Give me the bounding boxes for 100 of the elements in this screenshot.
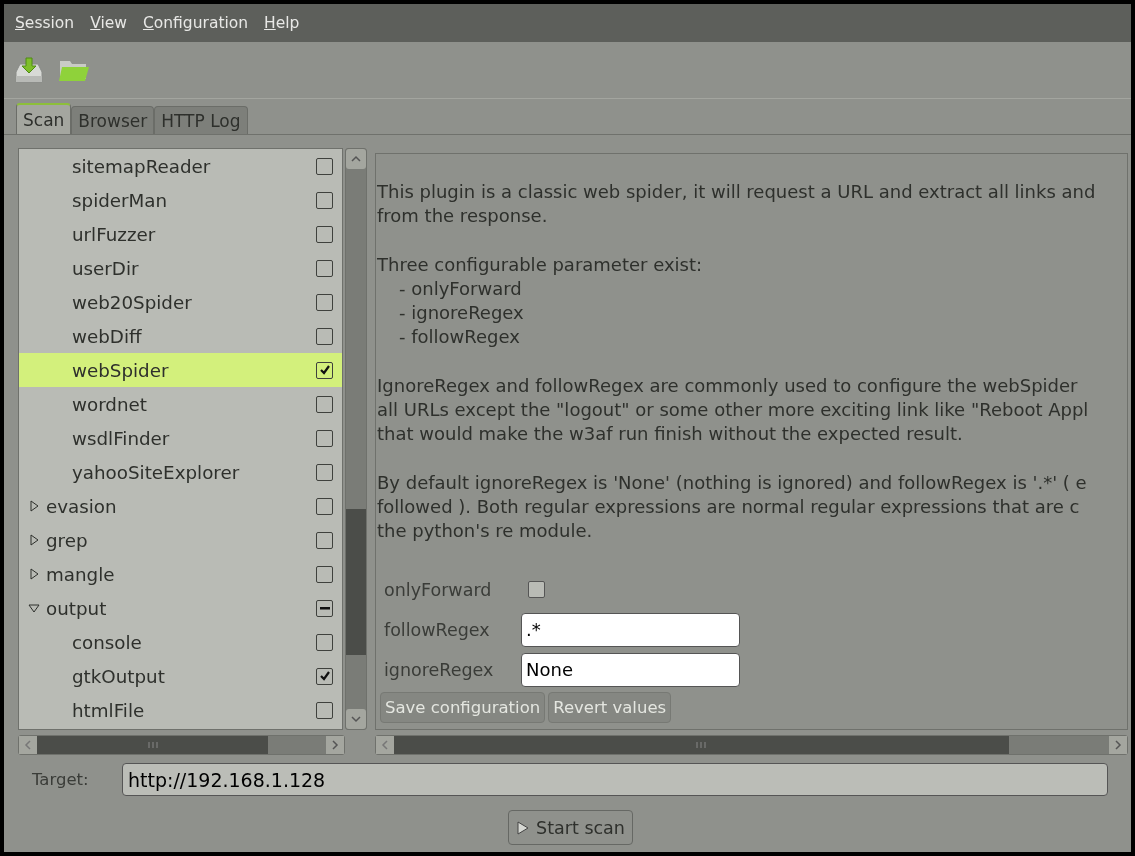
plugin-name: web20Spider: [71, 291, 193, 313]
plugin-name: sitemapReader: [71, 155, 212, 177]
checkbox[interactable]: [316, 565, 333, 583]
plugin-name: wordnet: [71, 393, 148, 415]
caret-up-icon: [351, 155, 361, 163]
grip-icon: [695, 741, 708, 749]
tree-row[interactable]: web20Spider: [19, 285, 342, 319]
description-line: Three configurable parameter exist:: [377, 252, 704, 277]
target-label: Target:: [32, 770, 90, 789]
checkbox[interactable]: [316, 157, 333, 175]
menu-item[interactable]: Help: [264, 14, 300, 32]
checkbox[interactable]: [316, 667, 333, 685]
option-label: ignoreRegex: [384, 659, 495, 680]
scroll-right-button[interactable]: [1109, 736, 1127, 754]
tree-row[interactable]: wordnet: [19, 387, 342, 421]
caret-left-icon: [24, 740, 32, 751]
description-line: - onlyForward: [398, 276, 523, 301]
tree-row[interactable]: htmlFile: [19, 693, 342, 727]
plugin-name: webSpider: [71, 359, 170, 381]
start-scan-button[interactable]: Start scan: [508, 810, 633, 845]
option-label: onlyForward: [384, 579, 493, 600]
plugin-name: urlFuzzer: [71, 223, 157, 245]
checkbox[interactable]: [316, 327, 333, 345]
tree-row[interactable]: gtkOutput: [19, 659, 342, 693]
plugin-name: console: [71, 631, 143, 653]
caret-right-icon: [1114, 740, 1122, 750]
checkbox[interactable]: [316, 225, 333, 243]
tree-row[interactable]: console: [19, 625, 342, 659]
menu-item[interactable]: Configuration: [142, 14, 249, 32]
tree-row[interactable]: yahooSiteExplorer: [19, 455, 342, 489]
checkbox[interactable]: [316, 497, 333, 515]
collapsed-arrow-icon[interactable]: [28, 534, 40, 546]
checkbox[interactable]: [316, 259, 333, 277]
menu-item[interactable]: View: [90, 14, 127, 32]
description-line: followed ). Both regular expressions are normal regular expressions that are c: [377, 494, 1081, 519]
expanded-arrow-icon[interactable]: [28, 602, 40, 614]
tree-row[interactable]: webSpider: [19, 353, 342, 387]
description-line: This plugin is a classic web spider, it will request a URL and extract all links and: [377, 180, 1097, 204]
checkbox[interactable]: [316, 531, 333, 549]
tree-row[interactable]: sitemapReader: [19, 149, 342, 183]
description-line: that would make the w3af run finish without the expected result.: [377, 422, 964, 447]
scroll-thumb[interactable]: [37, 736, 269, 754]
horizontal-scrollbar[interactable]: [375, 735, 1128, 755]
description-line: from the response.: [377, 204, 549, 229]
plugin-name: yahooSiteExplorer: [71, 461, 241, 483]
caret-left-icon: [381, 740, 389, 750]
checkbox[interactable]: [316, 599, 333, 617]
plugin-name: userDir: [71, 257, 140, 279]
plugin-name: output: [46, 597, 108, 619]
plugin-name: spiderMan: [71, 189, 169, 211]
tree-row[interactable]: urlFuzzer: [19, 217, 342, 251]
checkbox[interactable]: [528, 581, 545, 598]
horizontal-scrollbar[interactable]: [18, 735, 345, 755]
option-label: followRegex: [384, 619, 491, 640]
caret-down-icon: [351, 715, 361, 724]
tab[interactable]: Scan: [16, 103, 72, 134]
tray-arrow-icon[interactable]: [14, 56, 44, 84]
checkbox[interactable]: [316, 429, 333, 447]
caret-right-icon: [331, 740, 339, 751]
grip-icon: [146, 741, 159, 750]
menu-item[interactable]: Session: [15, 14, 75, 32]
plugin-name: htmlFile: [71, 699, 146, 721]
checkbox[interactable]: [316, 633, 333, 651]
collapsed-arrow-icon[interactable]: [28, 500, 40, 512]
vertical-scrollbar[interactable]: [345, 148, 367, 731]
collapsed-arrow-icon[interactable]: [28, 568, 40, 580]
description-line: the python's re module.: [377, 519, 594, 544]
scroll-thumb[interactable]: [394, 736, 1009, 754]
checkbox[interactable]: [316, 191, 333, 209]
tree-row[interactable]: output: [19, 591, 342, 625]
checkbox[interactable]: [316, 463, 333, 481]
scroll-right-button[interactable]: [326, 736, 344, 754]
tree-row[interactable]: webDiff: [19, 319, 342, 353]
plugin-name: wsdlFinder: [71, 427, 171, 449]
checkbox[interactable]: [316, 395, 333, 413]
tree-row[interactable]: userDir: [19, 251, 342, 285]
plugin-name: evasion: [46, 495, 118, 517]
plugin-name: webDiff: [71, 325, 143, 347]
check-icon: [317, 669, 332, 683]
tree-row[interactable]: spiderMan: [19, 183, 342, 217]
description-line: IgnoreRegex and followRegex are commonly used to configure the webSpider: [377, 373, 1079, 398]
tree-row[interactable]: wsdlFinder: [19, 421, 342, 455]
tree-row[interactable]: evasion: [19, 489, 342, 523]
plugin-name: mangle: [46, 563, 116, 585]
check-icon: [317, 363, 332, 377]
play-icon: [516, 820, 531, 835]
plugin-name: gtkOutput: [71, 665, 166, 687]
checkbox[interactable]: [316, 361, 333, 379]
description-line: all URLs except the "logout" or some other more exciting link like "Reboot Appl: [377, 398, 1090, 423]
tree-row[interactable]: grep: [19, 523, 342, 557]
description-line: By default ignoreRegex is 'None' (nothing is ignored) and followRegex is '.*' ( e: [377, 470, 1088, 495]
scroll-thumb[interactable]: [346, 509, 366, 656]
plugin-name: grep: [46, 529, 89, 551]
checkbox[interactable]: [316, 293, 333, 311]
input-field[interactable]: .*: [521, 612, 740, 647]
target-field[interactable]: http://192.168.1.128: [122, 763, 1108, 796]
description-line: - ignoreRegex: [398, 301, 525, 326]
checkbox[interactable]: [316, 701, 333, 719]
tree-row[interactable]: mangle: [19, 557, 342, 591]
input-field[interactable]: None: [521, 652, 740, 687]
